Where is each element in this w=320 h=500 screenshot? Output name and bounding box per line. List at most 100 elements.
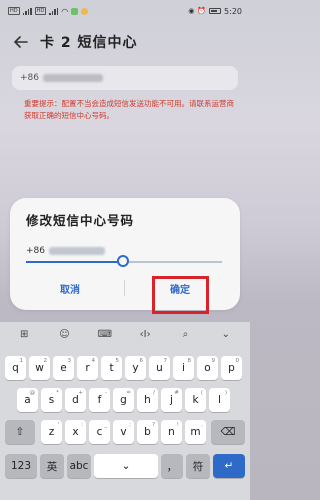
key-s[interactable]: s *	[41, 388, 62, 412]
key-g[interactable]: g =	[113, 388, 134, 412]
sms-center-number-field[interactable]: +86	[12, 66, 238, 90]
key-h-sub: /	[153, 390, 155, 396]
key-o[interactable]: o9	[197, 356, 218, 380]
key-p-label: p	[228, 362, 235, 374]
key-p[interactable]: p0	[221, 356, 242, 380]
key-e[interactable]: e3	[53, 356, 74, 380]
key-f-label: f	[97, 394, 102, 406]
language-key[interactable]: 英	[40, 454, 64, 478]
key-l-label: l	[218, 394, 221, 406]
cancel-button[interactable]: 取消	[46, 278, 94, 298]
button-divider	[124, 280, 125, 296]
key-z[interactable]: z '	[41, 420, 62, 444]
numbers-key-label: 123	[10, 460, 32, 472]
key-v[interactable]: v;	[113, 420, 134, 444]
key-b[interactable]: b?	[137, 420, 158, 444]
key-q-sub: 1	[19, 358, 24, 364]
cursor-move-icon[interactable]: ‹I›	[132, 329, 158, 340]
key-u-label: u	[156, 362, 163, 374]
status-right: ◉ ⏰ 5:20	[188, 7, 242, 16]
key-j-label: j	[170, 394, 173, 406]
key-i-label: i	[182, 362, 185, 374]
key-f[interactable]: f-	[89, 388, 110, 412]
key-j-sub: #	[174, 390, 179, 396]
symbol-key[interactable]: 符	[186, 454, 210, 478]
dialog-redacted-number	[49, 247, 105, 255]
key-c-sub: _	[104, 422, 107, 428]
key-w[interactable]: w2	[29, 356, 50, 380]
warning-text: 重要提示：配置不当会造成短信发送功能不可用。请联系运营商获取正确的短信中心号码。	[24, 99, 234, 120]
key-y[interactable]: y6	[125, 356, 146, 380]
key-m[interactable]: m,	[185, 420, 206, 444]
key-a[interactable]: a @	[17, 388, 38, 412]
abc-key[interactable]: abc	[67, 454, 91, 478]
numbers-key[interactable]: 123	[5, 454, 37, 478]
key-i[interactable]: i8	[173, 356, 194, 380]
key-h[interactable]: h /	[137, 388, 158, 412]
signal1-icon	[22, 7, 32, 15]
key-r[interactable]: r4	[77, 356, 98, 380]
key-x[interactable]: x:	[65, 420, 86, 444]
dialog-input-prefix: +86	[26, 246, 45, 256]
space-key-label: ⌄	[121, 460, 131, 472]
signal2-icon	[49, 7, 59, 15]
enter-key-label: ↵	[224, 460, 234, 472]
key-u[interactable]: u7	[149, 356, 170, 380]
key-d-sub: +	[78, 390, 83, 396]
key-m-label: m	[190, 426, 201, 438]
page-title: 卡 2 短信中心	[40, 35, 138, 51]
keyboard-menu-icon[interactable]: ⊞	[11, 329, 37, 340]
key-q[interactable]: q1	[5, 356, 26, 380]
alarm-icon: ⏰	[197, 7, 207, 15]
key-x-label: x	[72, 426, 79, 438]
backspace-key-label: ⌫	[220, 426, 236, 438]
key-k[interactable]: k(	[185, 388, 206, 412]
key-a-sub: @	[29, 390, 36, 396]
key-z-sub: '	[57, 422, 59, 428]
enter-key[interactable]: ↵	[213, 454, 245, 478]
dialog-title: 修改短信中心号码	[26, 213, 135, 228]
key-l-sub: )	[224, 390, 227, 396]
key-k-label: k	[192, 394, 199, 406]
hide-keyboard-icon[interactable]: ⌄	[213, 329, 239, 340]
abc-key-label: abc	[69, 460, 89, 472]
space-key[interactable]: ⌄	[94, 454, 158, 478]
emoji-icon[interactable]: ☺	[51, 329, 77, 340]
key-j[interactable]: j #	[161, 388, 182, 412]
key-g-sub: =	[126, 390, 131, 396]
number-prefix: +86	[20, 73, 39, 83]
key-c[interactable]: c _	[89, 420, 110, 444]
key-f-sub: -	[105, 390, 107, 396]
keyboard-layout-icon[interactable]: ⌨	[92, 329, 118, 340]
sim1-badge: HD	[8, 7, 20, 15]
key-o-label: o	[204, 362, 211, 374]
backspace-key[interactable]: ⌫	[211, 420, 245, 444]
key-y-label: y	[132, 362, 139, 374]
back-arrow-icon[interactable]	[8, 28, 34, 56]
key-e-sub: 3	[67, 358, 72, 364]
key-r-label: r	[85, 362, 90, 374]
redacted-number	[43, 74, 103, 82]
key-w-label: w	[35, 362, 44, 374]
key-e-label: e	[60, 362, 67, 374]
key-b-label: b	[144, 426, 151, 438]
comma-key-label: ，	[166, 460, 178, 473]
key-t[interactable]: t5	[101, 356, 122, 380]
key-p-sub: 0	[235, 358, 240, 364]
keyboard-toolbar: ⊞ ☺ ⌨ ‹I› ⌕ ⌄	[0, 322, 250, 346]
key-n[interactable]: n!	[161, 420, 182, 444]
key-d[interactable]: d +	[65, 388, 86, 412]
key-s-sub: *	[56, 390, 59, 396]
key-r-sub: 4	[91, 358, 96, 364]
cursor-handle[interactable]	[117, 255, 129, 267]
wifi-icon: ◠	[61, 6, 69, 16]
key-i-sub: 8	[187, 358, 192, 364]
battery-icon	[209, 8, 222, 14]
key-n-label: n	[168, 426, 175, 438]
search-icon[interactable]: ⌕	[172, 329, 198, 340]
key-l[interactable]: l)	[209, 388, 230, 412]
comma-key[interactable]: ，	[161, 454, 183, 478]
key-o-sub: 9	[211, 358, 216, 364]
shift-key[interactable]: ⇧	[5, 420, 35, 444]
chat-notification-icon	[81, 7, 89, 15]
